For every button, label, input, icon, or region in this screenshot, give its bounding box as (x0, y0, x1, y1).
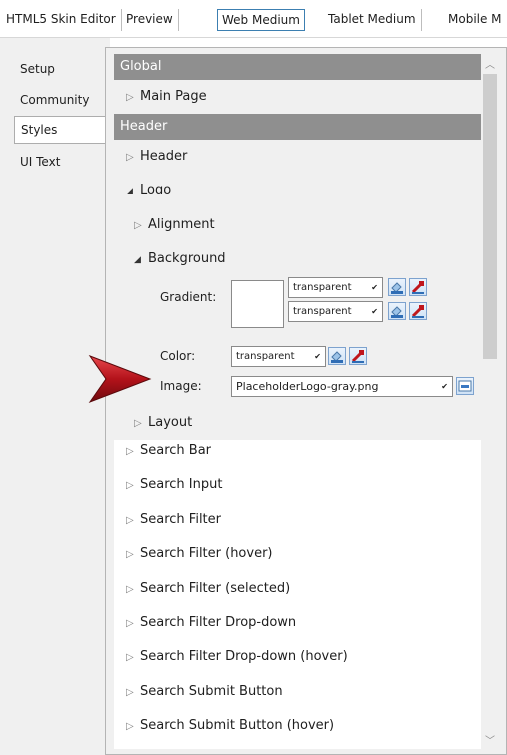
collapsed-triangle-icon: ▷ (134, 220, 142, 231)
tree-item-search-input[interactable]: ▷ Search Input (114, 468, 481, 502)
nav-community[interactable]: Community (14, 87, 110, 115)
color-dropdown[interactable]: transparent ✔ (231, 346, 326, 367)
tree-item-header[interactable]: ▷ Header (114, 140, 481, 174)
scroll-up-icon[interactable]: ︿ (485, 56, 495, 71)
logo-expanded-block: ▷ Alignment ◢ Background Gradient: transpa… (114, 194, 481, 440)
nav-setup[interactable]: Setup (14, 56, 110, 84)
tab-html5-skin-editor[interactable]: HTML5 Skin Editor (6, 9, 122, 31)
collapsed-triangle-icon: ▷ (126, 92, 134, 103)
chevron-down-icon: ✔ (371, 283, 378, 292)
image-file-dropdown[interactable]: PlaceholderLogo-gray.png ✔ (231, 376, 453, 397)
collapsed-triangle-icon: ▷ (126, 480, 134, 491)
collapsed-triangle-icon: ▷ (126, 549, 134, 560)
tree-item-search-filter-selected[interactable]: ▷ Search Filter (selected) (114, 572, 481, 606)
gradient-color-1-dropdown[interactable]: transparent ✔ (288, 277, 383, 298)
tab-preview[interactable]: Preview (126, 9, 179, 31)
tree-item-search-filter-dropdown[interactable]: ▷ Search Filter Drop-down (114, 606, 481, 640)
tab-mobile-medium[interactable]: Mobile M (448, 9, 502, 31)
collapsed-triangle-icon: ▷ (126, 618, 134, 629)
tab-tablet-medium[interactable]: Tablet Medium (328, 9, 422, 31)
image-label: Image: (160, 379, 202, 393)
paint-bucket-icon[interactable] (388, 302, 406, 320)
top-tab-strip: HTML5 Skin Editor Preview Web Medium Tab… (0, 0, 507, 38)
collapsed-triangle-icon: ▷ (126, 652, 134, 663)
eyedropper-icon[interactable] (409, 302, 427, 320)
vertical-scrollbar[interactable]: ︿ ﹀ (481, 54, 499, 749)
tree-item-main-page[interactable]: ▷ Main Page (114, 80, 481, 114)
styles-tree-panel: Global ▷ Main Page Header ▷ Header ◢ Logo ▷… (114, 54, 481, 749)
section-header-header: Header (114, 114, 481, 140)
red-arrow-pointer (86, 354, 152, 407)
paint-bucket-icon[interactable] (328, 347, 346, 365)
paint-bucket-icon[interactable] (388, 278, 406, 296)
nav-ui-text[interactable]: UI Text (14, 149, 110, 177)
tree-item-search-filter-hover[interactable]: ▷ Search Filter (hover) (114, 537, 481, 571)
eyedropper-icon[interactable] (349, 347, 367, 365)
image-browse-icon[interactable] (456, 377, 474, 395)
chevron-down-icon: ✔ (371, 307, 378, 316)
tree-item-search-submit-button[interactable]: ▷ Search Submit Button (114, 675, 481, 709)
gradient-label: Gradient: (160, 290, 217, 304)
collapsed-triangle-icon: ▷ (126, 515, 134, 526)
scroll-down-icon[interactable]: ﹀ (485, 732, 495, 747)
chevron-down-icon: ✔ (441, 382, 448, 391)
tree-item-search-submit-button-hover[interactable]: ▷ Search Submit Button (hover) (114, 709, 481, 743)
tree-item-background[interactable]: ◢ Background (114, 242, 481, 276)
collapsed-triangle-icon: ▷ (126, 152, 134, 163)
tree-item-alignment[interactable]: ▷ Alignment (114, 208, 481, 242)
color-label: Color: (160, 349, 196, 363)
collapsed-triangle-icon: ▷ (126, 446, 134, 457)
gradient-swatch[interactable] (231, 280, 284, 328)
tree-item-search-bar[interactable]: ▷ Search Bar (114, 434, 481, 468)
collapsed-triangle-icon: ▷ (126, 584, 134, 595)
gradient-color-2-dropdown[interactable]: transparent ✔ (288, 301, 383, 322)
collapsed-triangle-icon: ▷ (126, 687, 134, 698)
expanded-triangle-icon: ◢ (134, 255, 141, 265)
chevron-down-icon: ✔ (314, 352, 321, 361)
tab-web-medium[interactable]: Web Medium (217, 9, 305, 31)
tree-item-search-filter[interactable]: ▷ Search Filter (114, 503, 481, 537)
scrollbar-thumb[interactable] (483, 74, 497, 359)
tree-item-search-filter-dropdown-hover[interactable]: ▷ Search Filter Drop-down (hover) (114, 640, 481, 674)
eyedropper-icon[interactable] (409, 278, 427, 296)
section-header-global: Global (114, 54, 481, 80)
collapsed-triangle-icon: ▷ (126, 721, 134, 732)
nav-styles[interactable]: Styles (14, 116, 110, 144)
